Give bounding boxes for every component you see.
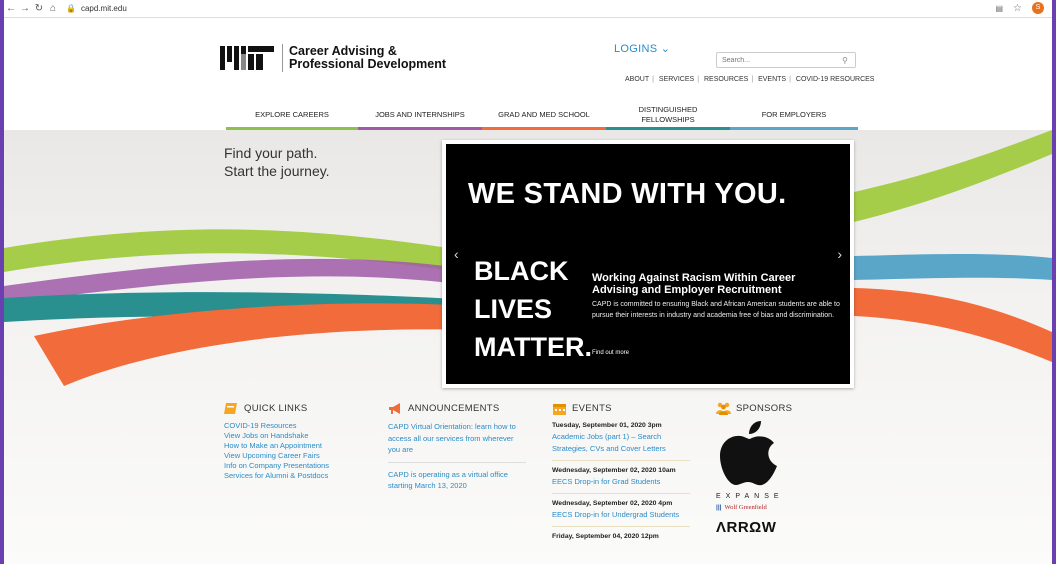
people-icon — [716, 402, 731, 415]
tagline-line1: Find your path. — [224, 145, 318, 161]
lock-icon: 🔒 — [66, 4, 76, 13]
search-input[interactable] — [722, 56, 842, 64]
hero-slider[interactable]: WE STAND WITH YOU. BLACK LIVES MATTER. W… — [442, 140, 854, 388]
event-date: Wednesday, September 02, 2020 4pm — [552, 500, 673, 507]
event-date: Tuesday, September 01, 2020 3pm — [552, 422, 662, 429]
event-title-link[interactable]: Academic Jobs (part 1) – Search Strategi… — [552, 431, 690, 455]
event-item: Wednesday, September 02, 2020 4pm EECS D… — [552, 499, 690, 527]
quick-link-covid[interactable]: COVID-19 Resources — [224, 421, 329, 431]
announcements-section: ANNOUNCEMENTS CAPD Virtual Orientation: … — [388, 402, 526, 504]
announcements-title: ANNOUNCEMENTS — [408, 403, 500, 414]
back-arrow-icon[interactable]: ← — [4, 3, 18, 14]
wolf-greenfield-mark-icon: ||| — [716, 504, 722, 511]
slide-headline: WE STAND WITH YOU. — [468, 178, 787, 210]
tagline-line2: Start the journey. — [224, 163, 330, 179]
event-date: Friday, September 04, 2020 12pm — [552, 533, 659, 540]
link-services[interactable]: SERVICES — [659, 76, 694, 83]
tab-distinguished-fellowships[interactable]: DISTINGUISHED FELLOWSHIPS — [606, 102, 730, 130]
sponsors-title: SPONSORS — [736, 403, 793, 414]
event-item: Wednesday, September 02, 2020 10am EECS … — [552, 466, 690, 494]
hero-tagline: Find your path. Start the journey. — [224, 144, 330, 180]
search-icon[interactable]: ⚲ — [842, 56, 848, 65]
address-bar[interactable]: 🔒 capd.mit.edu — [66, 2, 127, 16]
main-navigation: EXPLORE CAREERS JOBS AND INTERNSHIPS GRA… — [226, 102, 858, 130]
mit-logo-icon — [220, 46, 274, 70]
slide-caption: Working Against Racism Within Career Adv… — [592, 272, 842, 321]
event-item: Tuesday, September 01, 2020 3pm Academic… — [552, 421, 690, 461]
arrow-logo[interactable]: ΛRRΩW — [716, 519, 792, 536]
blm-line3: MATTER. — [474, 332, 592, 362]
slide-description: CAPD is committed to ensuring Black and … — [592, 301, 840, 319]
tab-explore-careers[interactable]: EXPLORE CAREERS — [226, 102, 358, 130]
announcements-heading: ANNOUNCEMENTS — [388, 402, 526, 415]
link-resources[interactable]: RESOURCES — [704, 76, 748, 83]
logo-text: Career Advising & Professional Developme… — [289, 45, 446, 71]
link-covid-resources[interactable]: COVID-19 RESOURCES — [796, 76, 875, 83]
capd-logo[interactable]: Career Advising & Professional Developme… — [220, 44, 446, 72]
tab-jobs-internships[interactable]: JOBS AND INTERNSHIPS — [358, 102, 482, 130]
events-title: EVENTS — [572, 403, 612, 414]
forward-arrow-icon[interactable]: → — [18, 3, 32, 14]
wolf-greenfield-logo[interactable]: ||| Wolf Greenfield — [716, 504, 792, 511]
event-date: Wednesday, September 02, 2020 10am — [552, 467, 676, 474]
bookmark-star-icon[interactable]: ☆ — [1013, 3, 1022, 14]
event-item: Friday, September 04, 2020 12pm — [552, 532, 690, 547]
wolf-greenfield-text: Wolf Greenfield — [724, 504, 767, 511]
sponsors-section: SPONSORS EXPANSE ||| Wolf Greenfield ΛRR… — [716, 402, 792, 536]
announcement-item[interactable]: CAPD is operating as a virtual office st… — [388, 469, 526, 498]
announcement-item[interactable]: CAPD Virtual Orientation: learn how to a… — [388, 421, 526, 463]
blm-line1: BLACK — [474, 256, 569, 286]
tab-grad-med-school[interactable]: GRAD AND MED SCHOOL — [482, 102, 606, 130]
site-header: Career Advising & Professional Developme… — [4, 18, 1052, 130]
hero-section: Find your path. Start the journey. WE ST… — [4, 130, 1052, 564]
quick-links-section: QUICK LINKS COVID-19 Resources View Jobs… — [224, 402, 329, 481]
url-text[interactable]: capd.mit.edu — [81, 4, 127, 13]
blm-line2: LIVES — [474, 294, 553, 324]
logins-dropdown[interactable]: LOGINS ⌄ — [614, 42, 670, 55]
quick-link-alumni-postdocs[interactable]: Services for Alumni & Postdocs — [224, 471, 329, 481]
reader-mode-icon[interactable]: ▤ — [995, 4, 1003, 13]
apple-logo-icon[interactable] — [720, 421, 780, 487]
quick-link-career-fairs[interactable]: View Upcoming Career Fairs — [224, 451, 329, 461]
megaphone-icon — [389, 403, 400, 414]
slide-title: Working Against Racism Within Career Adv… — [592, 272, 796, 296]
sponsors-list: EXPANSE ||| Wolf Greenfield ΛRRΩW — [716, 421, 792, 536]
slider-next-icon[interactable]: › — [837, 246, 842, 262]
events-heading: EVENTS — [552, 402, 690, 415]
logo-divider — [282, 44, 283, 72]
tab-for-employers[interactable]: FOR EMPLOYERS — [730, 102, 858, 130]
event-title-link[interactable]: EECS Drop-in for Undergrad Students — [552, 509, 690, 521]
find-out-more-link[interactable]: Find out more — [592, 350, 629, 356]
quick-link-appointment[interactable]: How to Make an Appointment — [224, 441, 329, 451]
event-title-link[interactable]: EECS Drop-in for Grad Students — [552, 476, 690, 488]
logo-line2: Professional Development — [289, 57, 446, 71]
events-section: EVENTS Tuesday, September 01, 2020 3pm A… — [552, 402, 690, 552]
calendar-icon — [553, 404, 566, 415]
profile-avatar[interactable]: S — [1032, 2, 1044, 14]
link-about[interactable]: ABOUT — [625, 76, 649, 83]
quick-links-title: QUICK LINKS — [244, 403, 308, 414]
slider-prev-icon[interactable]: ‹ — [454, 246, 459, 262]
expanse-logo[interactable]: EXPANSE — [716, 493, 792, 500]
quick-link-handshake[interactable]: View Jobs on Handshake — [224, 431, 329, 441]
browser-toolbar: ← → ↻ ⌂ 🔒 capd.mit.edu ▤ ☆ S — [4, 0, 1052, 18]
search-box[interactable]: ⚲ — [716, 52, 856, 68]
browser-window: ← → ↻ ⌂ 🔒 capd.mit.edu ▤ ☆ S Career Advi… — [4, 0, 1052, 564]
quick-link-company-presentations[interactable]: Info on Company Presentations — [224, 461, 329, 471]
utility-links: ABOUT | SERVICES | RESOURCES | EVENTS | COVI… — [625, 76, 875, 83]
book-icon — [224, 403, 237, 414]
home-icon[interactable]: ⌂ — [46, 3, 60, 14]
reload-icon[interactable]: ↻ — [32, 3, 46, 14]
quick-links-heading: QUICK LINKS — [224, 402, 329, 415]
link-events[interactable]: EVENTS — [758, 76, 786, 83]
slide-blm-text: BLACK LIVES MATTER. — [474, 252, 592, 366]
sponsors-heading: SPONSORS — [716, 402, 792, 415]
